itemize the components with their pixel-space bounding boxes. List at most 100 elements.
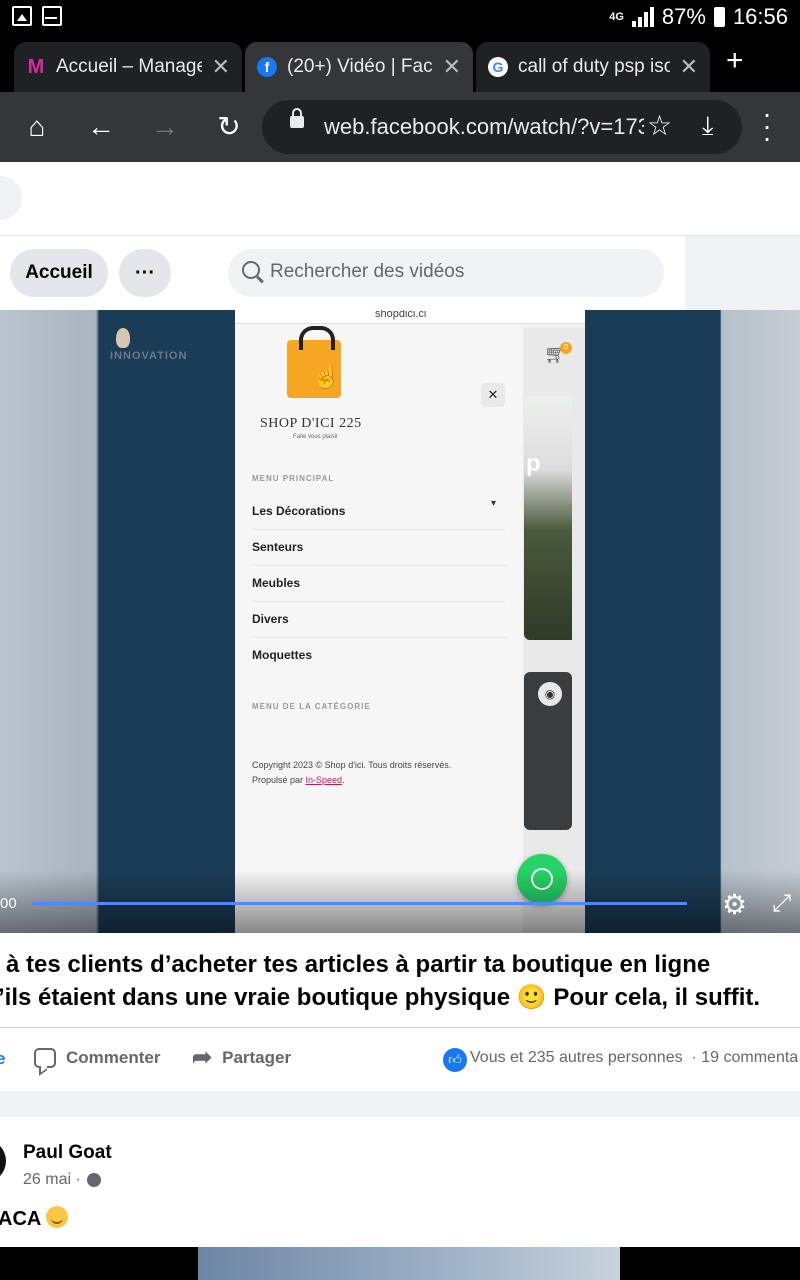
tab-title: call of duty psp iso [518,56,670,77]
network-type: 4G [609,11,624,23]
media-thumbnail[interactable] [198,1247,620,1280]
shop-tagline: Faite vous plaisir [293,434,339,440]
lock-icon [290,108,304,128]
separator [0,1091,800,1117]
menu-item: Divers [252,602,506,638]
tab-title: (20+) Vidéo | Faceb [287,56,433,77]
notification-icons [12,6,62,26]
clock: 16:56 [732,4,788,29]
comment: Paul Goat 26 mai · ACA [0,1117,800,1247]
laughing-emoji-icon [46,1206,69,1228]
facebook-header [0,162,800,236]
copyright-text: Copyright 2023 © Shop d'ici. Tous droits… [252,758,502,788]
more-button[interactable]: ··· [119,249,171,297]
search-icon[interactable] [0,176,22,220]
video-player[interactable]: INNOVATION shopdici.ci 🛒︎ 0 p ◉ SHOP D'I… [0,310,800,933]
tab-google-search[interactable]: G call of duty psp iso ✕ [476,42,710,92]
in-speed-link: In-Speed [305,775,343,785]
forward-icon[interactable]: → [148,110,182,144]
mail-icon [42,6,62,26]
home-icon[interactable]: ⌂ [20,110,54,144]
status-bar: 4G 87% 16:56 [0,0,800,36]
back-icon[interactable]: ← [84,110,118,144]
globe-icon [86,1173,101,1187]
caption-line: à tes clients d’acheter tes articles à p… [6,951,711,978]
post-actions: e Commenter ➦ Partager 👍︎ Vous et 235 au… [0,1027,800,1091]
like-reaction-icon: 👍︎ [443,1048,467,1072]
powered-by-line: Propulsé par In-Speed. [252,773,502,788]
eye-icon: ◉ [538,682,562,706]
shopping-bag-logo-icon [287,326,341,398]
powered-by-prefix: Propulsé par [252,775,306,785]
reload-icon[interactable]: ↻ [212,110,246,144]
comment-body: ACA [0,1208,41,1230]
close-icon[interactable]: ✕ [212,54,230,80]
home-button[interactable]: Accueil [10,249,108,297]
gallery-icon [12,6,32,26]
bookmark-star-icon[interactable]: ☆ [647,109,672,142]
phone-url: shopdici.ci [375,310,427,320]
share-button[interactable]: ➦ Partager [192,1044,292,1071]
comment-icon [34,1048,56,1068]
comments-count: · 19 commenta [691,1049,799,1066]
comment-button[interactable]: Commenter [34,1048,160,1068]
brand-overlay: INNOVATION [110,350,188,362]
avatar[interactable] [0,1139,6,1183]
tab-strip: M Accueil – ManageM ✕ f (20+) Vidéo | Fa… [0,36,800,92]
chevron-down-icon: ▾ [491,498,497,509]
menu-item: Meubles [252,566,506,602]
watch-nav: Accueil ··· Rechercher des vidéos [0,236,685,310]
browser-menu-icon[interactable]: · · · [757,100,777,152]
battery-percent: 87% [661,4,706,29]
like-button[interactable]: e [0,1049,5,1069]
next-post-media [0,1247,800,1280]
tab-managem[interactable]: M Accueil – ManageM ✕ [14,42,242,92]
system-status: 4G 87% 16:56 [609,4,788,30]
reactions-summary[interactable]: Vous et 235 autres personnes · 19 commen… [470,1049,798,1067]
download-icon[interactable]: ⤓ [702,110,714,142]
cart-count-badge: 0 [560,342,572,354]
caption-line: ’ils étaient dans une vraie boutique phy… [0,984,761,1011]
search-placeholder: Rechercher des vidéos [270,261,465,282]
url-text[interactable]: web.facebook.com/watch/?v=173 [324,114,644,140]
tab-title: Accueil – ManageM [56,56,202,77]
reactions-count: Vous et 235 autres personnes [470,1049,683,1066]
address-bar[interactable]: web.facebook.com/watch/?v=173 ☆ ⤓ [262,100,742,154]
browser-toolbar: ⌂ ← → ↻ web.facebook.com/watch/?v=173 ☆ … [0,92,800,162]
comment-label: Commenter [66,1048,161,1067]
new-tab-button[interactable]: + [726,44,744,78]
close-icon: ✕ [481,383,505,407]
shop-name: SHOP D'ICI 225 [260,416,362,431]
phone-url-bar: shopdici.ci [235,310,585,324]
settings-gear-icon[interactable]: ⚙ [722,888,747,921]
fullscreen-icon[interactable]: ⤢ [772,890,791,918]
main-menu-heading: MENU PRINCIPAL [252,474,335,483]
google-icon: G [488,57,508,77]
powered-by-suffix: . [342,775,345,785]
close-icon[interactable]: ✕ [680,54,698,80]
video-search-input[interactable]: Rechercher des vidéos [228,249,664,297]
close-icon[interactable]: ✕ [443,54,461,80]
comment-date[interactable]: 26 mai · [23,1171,81,1189]
copyright-line: Copyright 2023 © Shop d'ici. Tous droits… [252,760,452,770]
elapsed-time: 00 [0,895,17,912]
tab-facebook-video[interactable]: f (20+) Vidéo | Faceb ✕ [245,42,473,92]
banner-text: p [526,450,541,477]
post-caption: à tes clients d’acheter tes articles à p… [0,933,800,1027]
managem-icon: M [27,55,45,78]
signal-icon [631,7,654,27]
share-label: Partager [222,1048,292,1067]
progress-bar[interactable] [32,902,687,905]
category-menu-heading: MENU DE LA CATÉGORIE [252,702,371,711]
product-image: p [524,396,572,640]
innovation-logo-icon [116,328,130,348]
menu-item: Senteurs [252,530,506,566]
facebook-icon: f [257,57,277,77]
shop-menu-panel: SHOP D'ICI 225 Faite vous plaisir ✕ MENU… [235,324,523,933]
screen: 4G 87% 16:56 M Accueil – ManageM ✕ f (20… [0,0,800,1280]
share-icon: ➦ [192,1044,213,1071]
search-icon [242,261,260,279]
comment-text: ACA [0,1206,69,1231]
menu-item: Moquettes [252,648,312,662]
comment-author[interactable]: Paul Goat [23,1142,112,1164]
